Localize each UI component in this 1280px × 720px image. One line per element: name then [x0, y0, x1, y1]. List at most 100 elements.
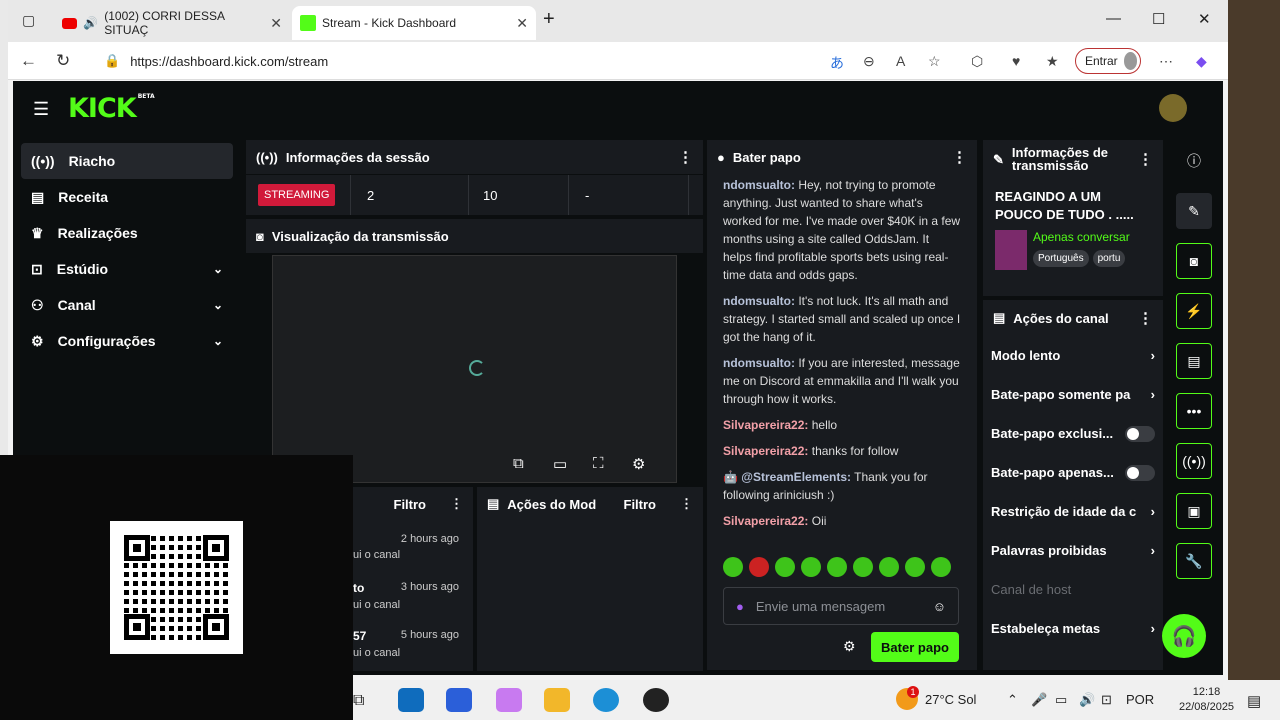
zoom-icon[interactable]: ⊖: [863, 53, 875, 70]
sidebar-item-configuracoes[interactable]: ⚙ Configurações ⌄: [21, 323, 233, 359]
emote-icon[interactable]: [801, 557, 821, 577]
emote-icon[interactable]: [723, 557, 743, 577]
settings-icon[interactable]: ⚙: [632, 455, 645, 473]
sidebar-item-estudio[interactable]: ⊡ Estúdio ⌄: [21, 251, 233, 287]
action-followers-only[interactable]: Bate-papo somente pa ›: [983, 375, 1163, 414]
battery-icon[interactable]: ▭: [1055, 692, 1067, 708]
extensions-icon[interactable]: ⬡: [971, 53, 983, 70]
chat-input[interactable]: ● Envie uma mensagem ☺: [723, 587, 959, 625]
address-bar[interactable]: 🔒 https://dashboard.kick.com/stream: [90, 46, 870, 76]
chevron-right-icon: ›: [1150, 348, 1155, 363]
chat-settings-icon[interactable]: ⚙: [843, 638, 856, 655]
copilot-icon[interactable]: ◆: [1196, 53, 1207, 70]
performance-icon[interactable]: ♥: [1012, 53, 1020, 69]
language-indicator[interactable]: POR: [1126, 692, 1154, 707]
translate-icon[interactable]: あ: [830, 53, 844, 73]
broadcast-icon[interactable]: ((•)): [1176, 443, 1212, 479]
signin-button[interactable]: Entrar: [1075, 48, 1141, 74]
stat-value: -: [569, 175, 689, 215]
wrench-icon[interactable]: 🔧: [1176, 543, 1212, 579]
new-tab-icon[interactable]: +: [543, 8, 555, 31]
emote-icon[interactable]: [905, 557, 925, 577]
kebab-menu-icon[interactable]: ⋮: [1138, 309, 1153, 327]
lightning-icon[interactable]: ⚡: [1176, 293, 1212, 329]
emote-icon[interactable]: [775, 557, 795, 577]
tab-kick-dashboard[interactable]: Stream - Kick Dashboard ✕: [292, 6, 536, 40]
action-set-goals[interactable]: Estabeleça metas ›: [983, 609, 1163, 648]
emote-icon[interactable]: [749, 557, 769, 577]
emote-icon[interactable]: [827, 557, 847, 577]
chevron-up-icon[interactable]: ⌃: [1007, 692, 1018, 708]
sidebar-item-canal[interactable]: ⚇ Canal ⌄: [21, 287, 233, 323]
more-icon[interactable]: ⋯: [1159, 53, 1173, 70]
chat-bubble-icon[interactable]: •••: [1176, 393, 1212, 429]
category-name[interactable]: Apenas conversar: [1033, 230, 1130, 244]
sidebar-item-riacho[interactable]: ((•)) Riacho: [21, 143, 233, 179]
theater-icon[interactable]: ▭: [553, 455, 567, 473]
filter-button[interactable]: Filtro: [624, 497, 657, 512]
toggle-switch[interactable]: [1125, 425, 1155, 442]
send-chat-button[interactable]: Bater papo: [871, 632, 959, 662]
store-icon[interactable]: [446, 688, 472, 712]
close-tab-icon[interactable]: ✕: [270, 15, 282, 32]
action-emotes-only[interactable]: Bate-papo apenas...: [983, 453, 1163, 492]
document-icon[interactable]: ▤: [1176, 343, 1212, 379]
minimize-icon[interactable]: —: [1106, 10, 1121, 27]
video-icon[interactable]: ▣: [1176, 493, 1212, 529]
kebab-menu-icon[interactable]: ⋮: [450, 496, 463, 512]
info-icon[interactable]: ⓘ: [1176, 143, 1212, 179]
kick-logo[interactable]: KICK BETA: [68, 93, 155, 124]
microphone-icon[interactable]: ●: [736, 599, 744, 614]
action-slow-mode[interactable]: Modo lento ›: [983, 336, 1163, 375]
taskbar: ⧉ 1 27°C Sol ⌃ 🎤 ▭ 🔊 ⊡ POR 12:18 22/08/20…: [353, 680, 1280, 720]
tab-youtube[interactable]: 🔊 (1002) CORRI DESSA SITUAÇ ✕: [54, 6, 290, 40]
pip-icon[interactable]: ⧉: [513, 455, 524, 472]
refresh-icon[interactable]: ↻: [56, 51, 70, 71]
network-icon[interactable]: ⊡: [1101, 692, 1112, 708]
action-subscribers-only[interactable]: Bate-papo exclusi...: [983, 414, 1163, 453]
speaker-icon[interactable]: 🔊: [83, 16, 98, 30]
clock[interactable]: 12:18 22/08/2025: [1179, 685, 1234, 715]
user-avatar[interactable]: [1159, 94, 1187, 122]
maximize-icon[interactable]: ☐: [1152, 10, 1165, 28]
kebab-menu-icon[interactable]: ⋮: [1138, 152, 1153, 167]
filter-button[interactable]: Filtro: [394, 497, 427, 512]
favorite-icon[interactable]: ☆: [928, 53, 941, 70]
close-window-icon[interactable]: ✕: [1198, 10, 1211, 28]
fullscreen-icon[interactable]: ⛶: [593, 455, 604, 472]
back-icon[interactable]: ←: [20, 51, 37, 71]
emote-icon[interactable]: [931, 557, 951, 577]
camera-icon[interactable]: ◙: [1176, 243, 1212, 279]
sidebar-item-realizacoes[interactable]: ♛ Realizações: [21, 215, 233, 251]
microphone-icon[interactable]: 🎤: [1031, 692, 1047, 708]
tab-actions-icon[interactable]: ▢: [22, 12, 35, 29]
support-headset-icon[interactable]: 🎧: [1162, 614, 1206, 658]
kebab-menu-icon[interactable]: ⋮: [678, 148, 693, 166]
file-explorer-icon[interactable]: [544, 688, 570, 712]
read-aloud-icon[interactable]: A: [896, 53, 905, 69]
lock-icon[interactable]: 🔒: [104, 53, 120, 69]
stat-value: 10: [469, 175, 569, 215]
sidebar-item-receita[interactable]: ▤ Receita: [21, 179, 233, 215]
weather-text[interactable]: 27°C Sol: [925, 692, 976, 707]
edit-icon[interactable]: ✎: [1176, 193, 1212, 229]
volume-icon[interactable]: 🔊: [1079, 692, 1095, 708]
obs-icon[interactable]: [643, 688, 669, 712]
kebab-menu-icon[interactable]: ⋮: [680, 496, 693, 512]
task-view-icon[interactable]: ⧉: [353, 692, 364, 710]
outlook-icon[interactable]: [398, 688, 424, 712]
copilot-app-icon[interactable]: [496, 688, 522, 712]
hamburger-menu-icon[interactable]: ☰: [33, 99, 49, 120]
action-banned-words[interactable]: Palavras proibidas ›: [983, 531, 1163, 570]
emoji-icon[interactable]: ☺: [933, 599, 946, 614]
kebab-menu-icon[interactable]: ⋮: [952, 148, 967, 166]
notifications-icon[interactable]: ▤: [1247, 692, 1261, 710]
emote-icon[interactable]: [853, 557, 873, 577]
stream-preview-video[interactable]: [272, 255, 677, 483]
action-age-restriction[interactable]: Restrição de idade da c ›: [983, 492, 1163, 531]
favorites-bar-icon[interactable]: ★: [1046, 53, 1059, 70]
emote-icon[interactable]: [879, 557, 899, 577]
close-tab-icon[interactable]: ✕: [516, 15, 528, 32]
edge-icon[interactable]: [593, 688, 619, 712]
toggle-switch[interactable]: [1125, 464, 1155, 481]
